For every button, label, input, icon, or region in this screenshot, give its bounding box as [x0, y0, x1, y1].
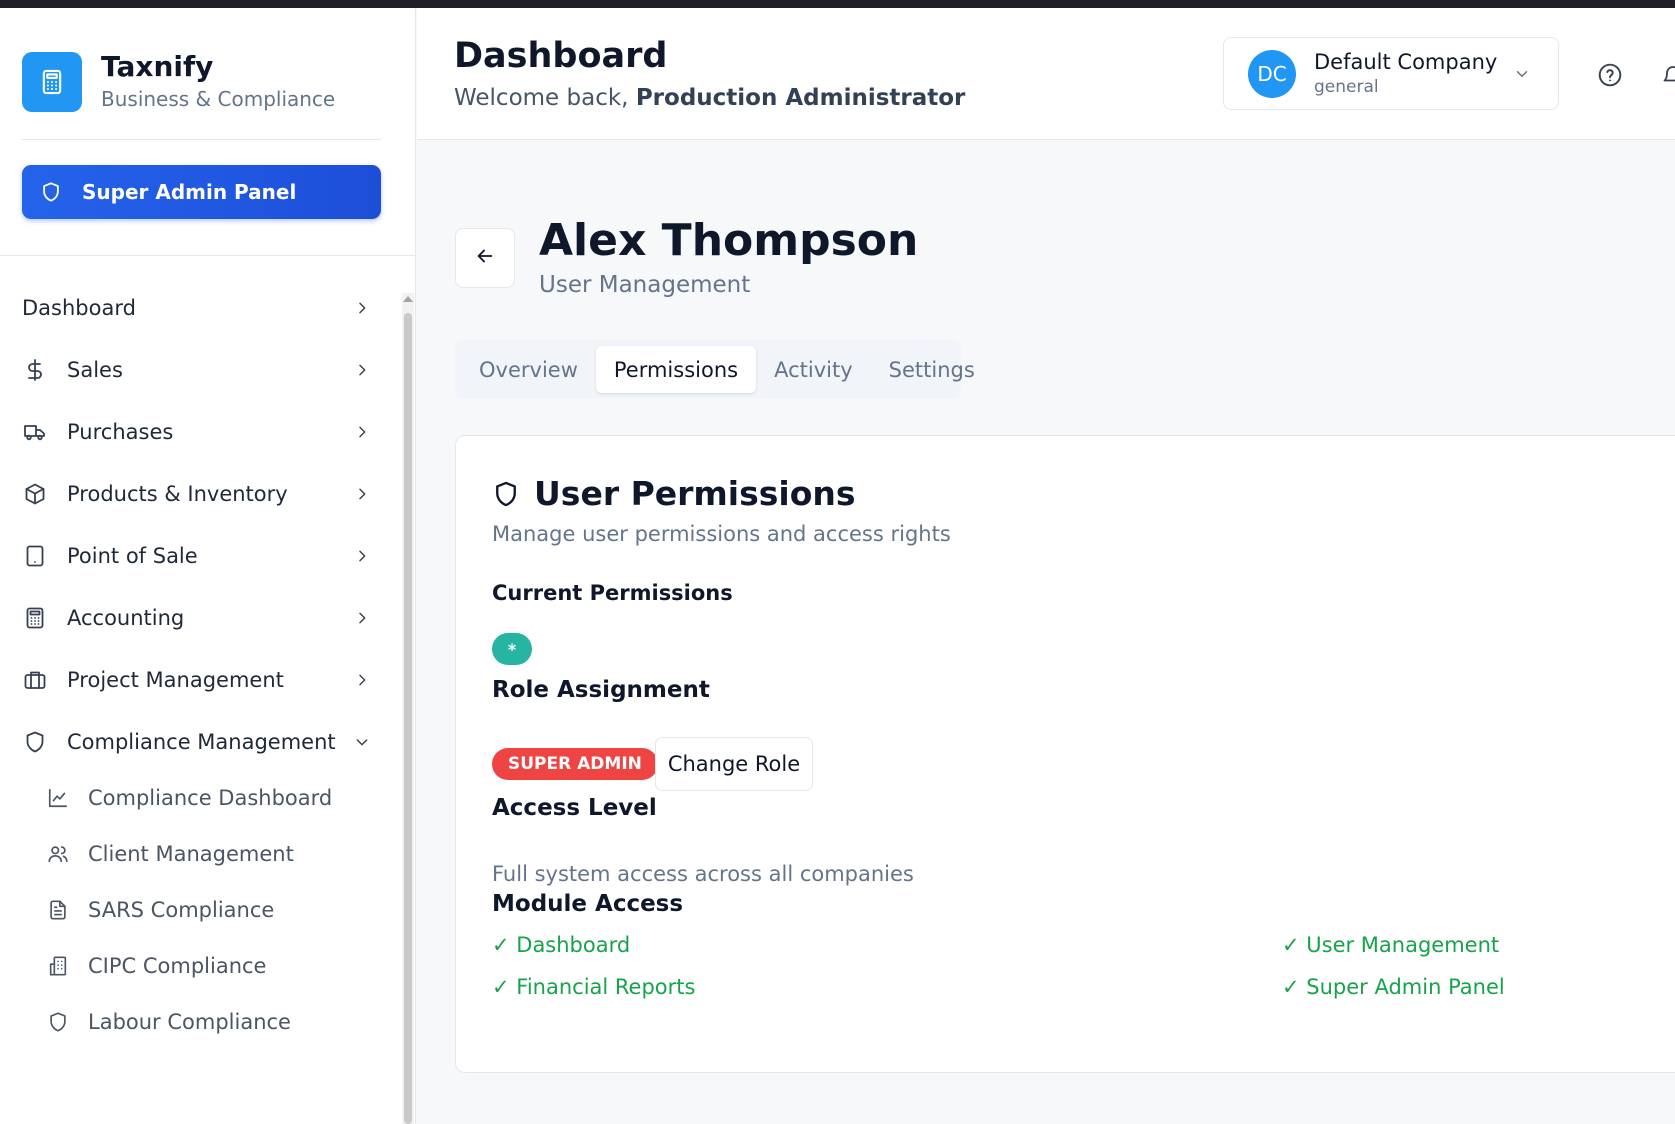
briefcase-icon: [22, 667, 48, 693]
sidebar-item-purchases[interactable]: Purchases: [22, 412, 372, 452]
tab-settings[interactable]: Settings: [871, 346, 993, 393]
access-level-label: Access Level: [492, 795, 657, 821]
sidebar-item-products-inventory[interactable]: Products & Inventory: [22, 474, 372, 514]
back-button[interactable]: [455, 228, 515, 288]
chevron-right-icon: [352, 298, 372, 318]
chevron-right-icon: [352, 484, 372, 504]
sidebar-subitem-label: SARS Compliance: [88, 898, 275, 922]
sidebar-item-label: Compliance Management: [67, 730, 336, 754]
window-top-strip: [0, 0, 1675, 8]
welcome-message: Welcome back, Production Administrator: [454, 85, 965, 111]
truck-icon: [22, 419, 48, 445]
bell-icon[interactable]: [1661, 64, 1675, 88]
module-access-label: Module Access: [492, 891, 684, 917]
help-icon[interactable]: [1595, 60, 1625, 90]
brand-name: Taxnify: [101, 50, 214, 83]
shield-icon: [22, 729, 48, 755]
brand[interactable]: Taxnify Business & Compliance: [22, 50, 335, 114]
package-icon: [22, 481, 48, 507]
tab-overview[interactable]: Overview: [461, 346, 596, 393]
chevron-down-icon: [352, 732, 372, 752]
sidebar-subitem-label: Client Management: [88, 842, 294, 866]
tab-list: Overview Permissions Activity Settings: [455, 340, 975, 399]
sidebar-subitem-label: CIPC Compliance: [88, 954, 267, 978]
company-name: Default Company: [1314, 49, 1498, 74]
calculator-icon: [22, 605, 48, 631]
super-admin-panel-button[interactable]: Super Admin Panel: [22, 165, 381, 219]
module-access-item: ✓ Super Admin Panel: [1282, 975, 1505, 999]
sidebar-item-compliance-management[interactable]: Compliance Management: [22, 722, 372, 762]
tab-activity[interactable]: Activity: [756, 346, 871, 393]
sidebar-item-label: Dashboard: [22, 296, 136, 320]
company-switcher[interactable]: DC Default Company general: [1223, 37, 1559, 110]
card-subtitle: Manage user permissions and access right…: [492, 522, 951, 546]
brand-subtitle: Business & Compliance: [101, 87, 336, 111]
current-permissions-label: Current Permissions: [492, 581, 733, 605]
sidebar-item-accounting[interactable]: Accounting: [22, 598, 372, 638]
sidebar-item-label: Products & Inventory: [67, 482, 288, 506]
chevron-down-icon: [1510, 62, 1534, 86]
building-icon: [46, 954, 70, 978]
role-assignment-label: Role Assignment: [492, 677, 710, 703]
sidebar-subitem-sars-compliance[interactable]: SARS Compliance: [46, 890, 366, 930]
tab-permissions[interactable]: Permissions: [595, 346, 757, 393]
sidebar-subitem-label: Compliance Dashboard: [88, 786, 333, 810]
user-name-title: Alex Thompson: [539, 215, 919, 266]
chevron-right-icon: [352, 360, 372, 380]
page-title: Dashboard: [454, 36, 668, 76]
shield-icon: [492, 479, 522, 509]
super-admin-panel-label: Super Admin Panel: [82, 180, 297, 204]
sidebar-item-dashboard[interactable]: Dashboard: [22, 288, 372, 328]
permission-badge: *: [492, 633, 532, 665]
sidebar-item-label: Point of Sale: [67, 544, 198, 568]
sidebar-subitem-cipc-compliance[interactable]: CIPC Compliance: [46, 946, 366, 986]
file-text-icon: [46, 898, 70, 922]
header: Dashboard Welcome back, Production Admin…: [417, 8, 1675, 140]
user-permissions-card: User Permissions Manage user permissions…: [455, 435, 1675, 1073]
module-access-item: ✓ Dashboard: [492, 933, 631, 957]
calculator-icon: [22, 52, 82, 112]
chevron-right-icon: [352, 422, 372, 442]
sidebar-item-label: Sales: [67, 358, 123, 382]
sidebar-subitem-label: Labour Compliance: [88, 1010, 291, 1034]
welcome-user-name: Production Administrator: [635, 85, 966, 111]
sidebar: Taxnify Business & Compliance Super Admi…: [0, 8, 416, 1124]
role-badge: SUPER ADMIN: [492, 748, 658, 780]
card-title-text: User Permissions: [534, 474, 856, 513]
tablet-icon: [22, 543, 48, 569]
users-icon: [46, 842, 70, 866]
sidebar-scrollbar-thumb[interactable]: [404, 313, 412, 1124]
welcome-prefix: Welcome back,: [454, 85, 636, 111]
access-level-description: Full system access across all companies: [492, 862, 914, 886]
divider: [22, 139, 381, 140]
scroll-up-icon[interactable]: [403, 296, 413, 302]
sidebar-subitem-client-management[interactable]: Client Management: [46, 834, 366, 874]
chevron-right-icon: [352, 670, 372, 690]
divider: [0, 255, 415, 256]
sidebar-item-point-of-sale[interactable]: Point of Sale: [22, 536, 372, 576]
chart-line-icon: [46, 786, 70, 810]
card-title: User Permissions: [492, 474, 856, 513]
change-role-button[interactable]: Change Role: [655, 737, 813, 791]
sidebar-subitem-compliance-dashboard[interactable]: Compliance Dashboard: [46, 778, 366, 818]
module-access-item: ✓ User Management: [1282, 933, 1500, 957]
sidebar-item-label: Accounting: [67, 606, 185, 630]
sidebar-item-sales[interactable]: Sales: [22, 350, 372, 390]
chevron-right-icon: [352, 546, 372, 566]
dollar-icon: [22, 357, 48, 383]
shield-icon: [40, 180, 64, 204]
shield-icon: [46, 1010, 70, 1034]
arrow-left-icon: [474, 245, 496, 271]
company-type: general: [1314, 76, 1379, 97]
chevron-right-icon: [352, 608, 372, 628]
company-avatar: DC: [1248, 49, 1296, 98]
sidebar-item-project-management[interactable]: Project Management: [22, 660, 372, 700]
user-subtitle: User Management: [539, 272, 751, 298]
sidebar-item-label: Purchases: [67, 420, 174, 444]
sidebar-item-label: Project Management: [67, 668, 284, 692]
sidebar-subitem-labour-compliance[interactable]: Labour Compliance: [46, 1002, 366, 1042]
module-access-item: ✓ Financial Reports: [492, 975, 696, 999]
